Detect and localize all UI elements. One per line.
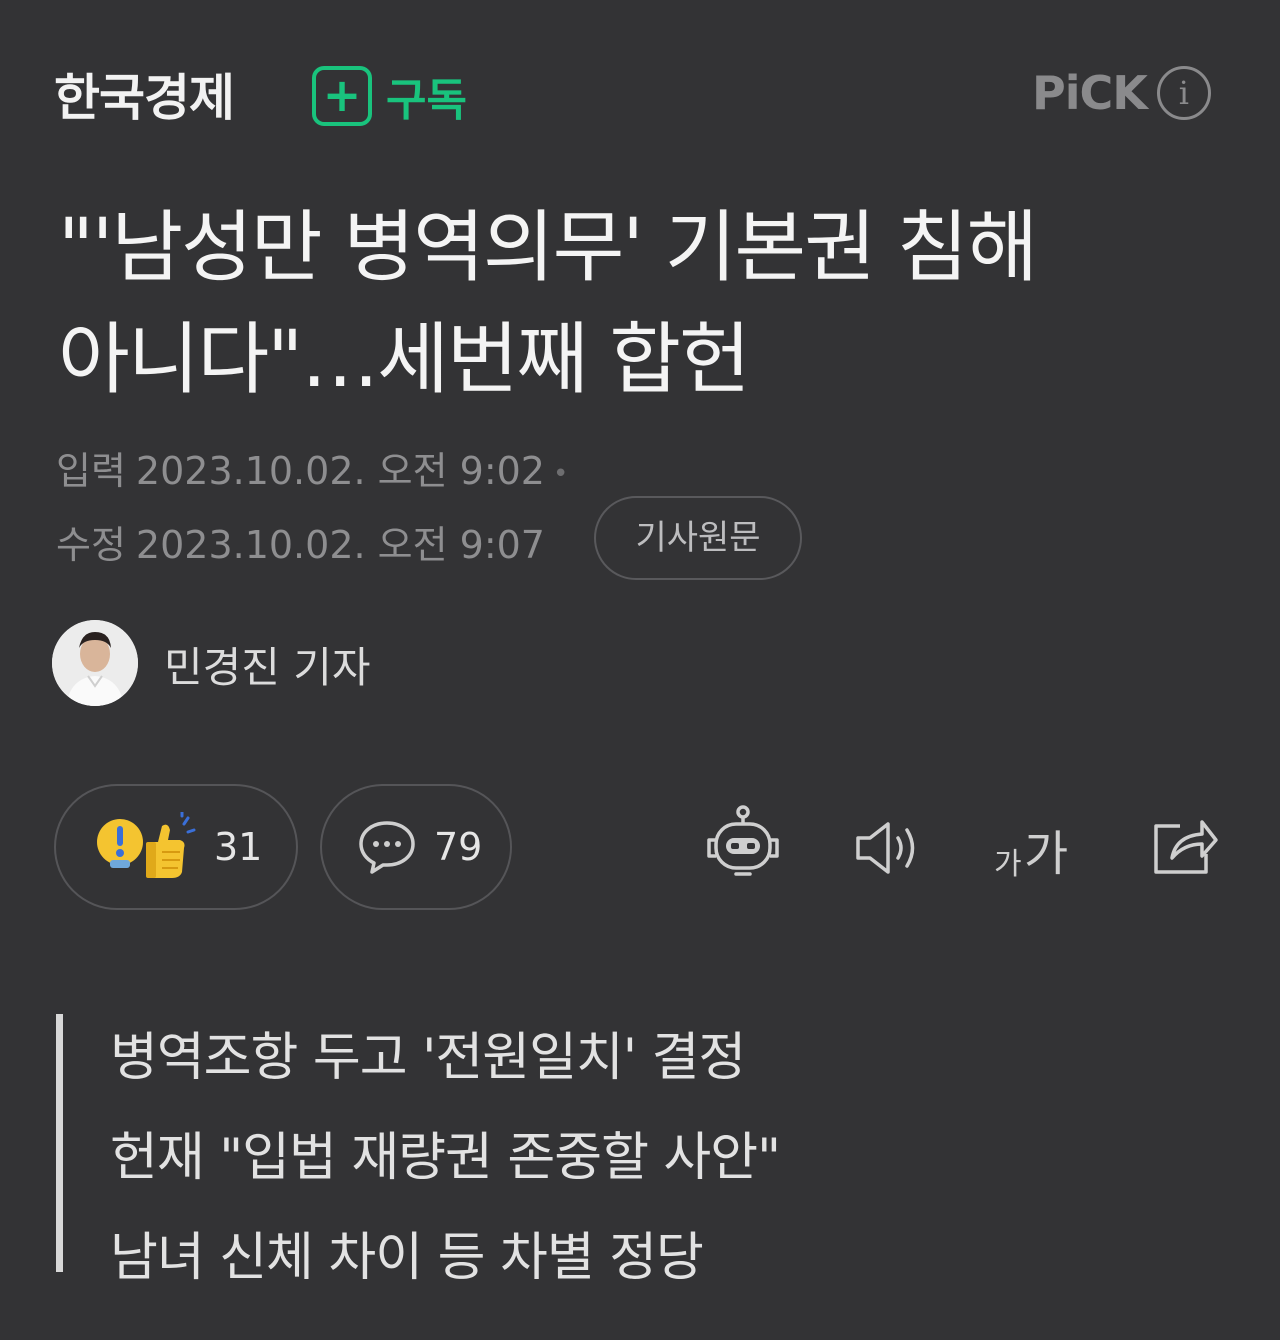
headline-line-1: "'남성만 병역의무' 기본권 침해 (58, 203, 1038, 293)
comment-button[interactable]: 79 (320, 784, 512, 910)
reaction-count: 31 (214, 825, 263, 869)
avatar-photo (52, 620, 138, 706)
speaker-icon[interactable] (852, 818, 924, 878)
summary-line-2: 헌재 "입법 재량권 존중할 사안" (110, 1128, 781, 1188)
subscribe-label: 구독 (386, 75, 467, 126)
info-icon[interactable]: i (1156, 66, 1211, 120)
summary-line-1: 병역조항 두고 '전원일치' 결정 (110, 1028, 746, 1088)
summary-quote-bar (56, 1014, 63, 1272)
reaction-emoji-icon (97, 812, 196, 878)
article-headline: "'남성만 병역의무' 기본권 침해 아니다"…세번째 합헌 (58, 192, 1238, 416)
comment-icon (359, 821, 415, 874)
author-avatar[interactable] (52, 620, 138, 706)
plus-icon: + (312, 66, 372, 126)
original-article-button[interactable]: 기사원문 (594, 496, 802, 580)
modified-time: 수정 2023.10.02. 오전 9:07 (56, 514, 545, 569)
modified-value: 2023.10.02. 오전 9:07 (135, 523, 545, 567)
comment-count: 79 (434, 825, 483, 869)
pick-badge[interactable]: PiCK i (1032, 66, 1211, 120)
article-summary: 병역조항 두고 '전원일치' 결정 헌재 "입법 재량권 존중할 사안" 남녀 … (110, 1008, 781, 1308)
author-name[interactable]: 민경진 기자 (164, 634, 371, 695)
font-size-icon[interactable]: 가 가 (994, 818, 1078, 880)
pick-label: PiCK (1032, 66, 1148, 120)
published-value: 2023.10.02. 오전 9:02 (135, 449, 545, 493)
summary-line-3: 남녀 신체 차이 등 차별 정당 (110, 1228, 704, 1288)
published-time: 입력 2023.10.02. 오전 9:02 • (56, 440, 568, 495)
publisher-logo[interactable]: 한국경제 (54, 58, 235, 130)
separator-dot: • (553, 458, 569, 489)
modified-label: 수정 (56, 523, 126, 567)
published-label: 입력 (56, 449, 126, 493)
share-icon[interactable] (1150, 814, 1220, 876)
subscribe-button[interactable]: + 구독 (312, 64, 467, 128)
reaction-button[interactable]: 31 (54, 784, 298, 910)
svg-text:가: 가 (994, 847, 1022, 880)
svg-text:가: 가 (1024, 826, 1068, 880)
summary-bot-icon[interactable] (704, 804, 782, 880)
headline-line-2: 아니다"…세번째 합헌 (58, 315, 751, 405)
